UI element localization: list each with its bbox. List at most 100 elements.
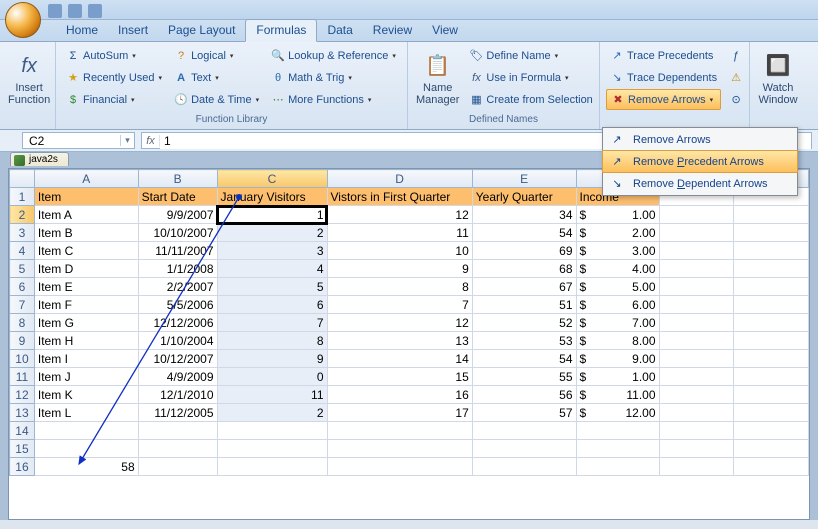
cell[interactable]: 4 — [217, 260, 327, 278]
tab-page-layout[interactable]: Page Layout — [158, 20, 245, 41]
show-formulas-button[interactable]: ƒ — [725, 45, 747, 66]
cell[interactable] — [659, 404, 734, 422]
tab-view[interactable]: View — [422, 20, 468, 41]
cell[interactable]: $7.00 — [576, 314, 659, 332]
col-header[interactable]: D — [327, 170, 472, 188]
qat-button[interactable] — [88, 4, 102, 18]
cell[interactable] — [734, 296, 809, 314]
qat-button[interactable] — [48, 4, 62, 18]
cell[interactable]: 0 — [217, 368, 327, 386]
cell[interactable]: 12/1/2010 — [138, 386, 217, 404]
cell[interactable]: 9 — [217, 350, 327, 368]
cell[interactable]: $9.00 — [576, 350, 659, 368]
cell[interactable]: Item G — [34, 314, 138, 332]
cell[interactable]: Item D — [34, 260, 138, 278]
cell[interactable]: 53 — [472, 332, 576, 350]
cell[interactable]: 10/10/2007 — [138, 224, 217, 242]
workbook-title-tab[interactable]: java2s — [10, 152, 69, 166]
cell[interactable] — [734, 458, 809, 476]
cell[interactable]: 2/2/2007 — [138, 278, 217, 296]
financial-button[interactable]: $Financial▾ — [62, 89, 166, 110]
cell[interactable]: Item I — [34, 350, 138, 368]
cell[interactable]: 11 — [327, 224, 472, 242]
cell[interactable]: 17 — [327, 404, 472, 422]
col-header[interactable]: E — [472, 170, 576, 188]
row-header[interactable]: 1 — [10, 188, 35, 206]
cell[interactable]: $12.00 — [576, 404, 659, 422]
cell[interactable] — [734, 242, 809, 260]
cell[interactable] — [659, 260, 734, 278]
cell[interactable] — [734, 224, 809, 242]
cell[interactable]: January Visitors — [217, 188, 327, 206]
recently-used-button[interactable]: ★Recently Used▾ — [62, 67, 166, 88]
cell[interactable]: Item L — [34, 404, 138, 422]
use-in-formula-button[interactable]: fxUse in Formula▾ — [465, 67, 596, 88]
evaluate-formula-button[interactable]: ⊙ — [725, 89, 747, 110]
cell[interactable]: 56 — [472, 386, 576, 404]
cell[interactable]: 12 — [327, 206, 472, 224]
cell[interactable]: 7 — [327, 296, 472, 314]
row-header[interactable]: 12 — [10, 386, 35, 404]
cell[interactable]: $4.00 — [576, 260, 659, 278]
cell[interactable]: $5.00 — [576, 278, 659, 296]
cell[interactable]: Start Date — [138, 188, 217, 206]
cell[interactable]: 3 — [217, 242, 327, 260]
cell[interactable] — [327, 422, 472, 440]
cell[interactable]: 2 — [217, 404, 327, 422]
cell[interactable] — [734, 368, 809, 386]
cell[interactable]: Item H — [34, 332, 138, 350]
cell[interactable]: $6.00 — [576, 296, 659, 314]
remove-arrows-button[interactable]: ✖Remove Arrows▾ — [606, 89, 721, 110]
cell[interactable] — [34, 422, 138, 440]
cell[interactable]: 67 — [472, 278, 576, 296]
lookup-reference-button[interactable]: 🔍Lookup & Reference▾ — [267, 45, 400, 66]
cell[interactable]: Yearly Quarter — [472, 188, 576, 206]
cell[interactable]: 69 — [472, 242, 576, 260]
col-header[interactable]: A — [34, 170, 138, 188]
insert-function-button[interactable]: fx Insert Function — [6, 45, 52, 113]
cell[interactable] — [734, 314, 809, 332]
cell[interactable]: 8 — [217, 332, 327, 350]
row-header[interactable]: 2 — [10, 206, 35, 224]
cell[interactable] — [34, 440, 138, 458]
menu-remove-dependent-arrows[interactable]: ↘Remove Dependent Arrows — [603, 172, 797, 195]
cell[interactable]: 11/11/2007 — [138, 242, 217, 260]
cell[interactable] — [472, 458, 576, 476]
error-checking-button[interactable]: ⚠ — [725, 67, 747, 88]
cell[interactable] — [659, 278, 734, 296]
cell[interactable]: 11/12/2005 — [138, 404, 217, 422]
cell[interactable]: 58 — [34, 458, 138, 476]
cell[interactable] — [138, 458, 217, 476]
text-button[interactable]: AText▾ — [170, 67, 263, 88]
cell[interactable]: 12/12/2006 — [138, 314, 217, 332]
math-trig-button[interactable]: θMath & Trig▾ — [267, 67, 400, 88]
cell[interactable]: 8 — [327, 278, 472, 296]
cell[interactable]: 54 — [472, 350, 576, 368]
cell[interactable] — [659, 458, 734, 476]
cell[interactable] — [217, 458, 327, 476]
row-header[interactable]: 3 — [10, 224, 35, 242]
col-header[interactable]: C — [217, 170, 327, 188]
cell[interactable] — [659, 368, 734, 386]
cell[interactable] — [217, 440, 327, 458]
row-header[interactable]: 14 — [10, 422, 35, 440]
cell[interactable]: 13 — [327, 332, 472, 350]
cell[interactable] — [734, 332, 809, 350]
row-header[interactable]: 11 — [10, 368, 35, 386]
cell[interactable]: $1.00 — [576, 206, 659, 224]
cell[interactable] — [734, 260, 809, 278]
menu-remove-arrows[interactable]: ↗Remove Arrows — [603, 128, 797, 151]
cell[interactable]: Item C — [34, 242, 138, 260]
cell[interactable]: Item E — [34, 278, 138, 296]
cell[interactable] — [659, 386, 734, 404]
trace-dependents-button[interactable]: ↘Trace Dependents — [606, 67, 721, 88]
cell[interactable]: Item B — [34, 224, 138, 242]
cell[interactable]: 34 — [472, 206, 576, 224]
tab-insert[interactable]: Insert — [108, 20, 158, 41]
row-header[interactable]: 6 — [10, 278, 35, 296]
cell[interactable]: Item J — [34, 368, 138, 386]
cell[interactable]: 4/9/2009 — [138, 368, 217, 386]
cell[interactable]: 54 — [472, 224, 576, 242]
cell[interactable]: 57 — [472, 404, 576, 422]
tab-home[interactable]: Home — [56, 20, 108, 41]
